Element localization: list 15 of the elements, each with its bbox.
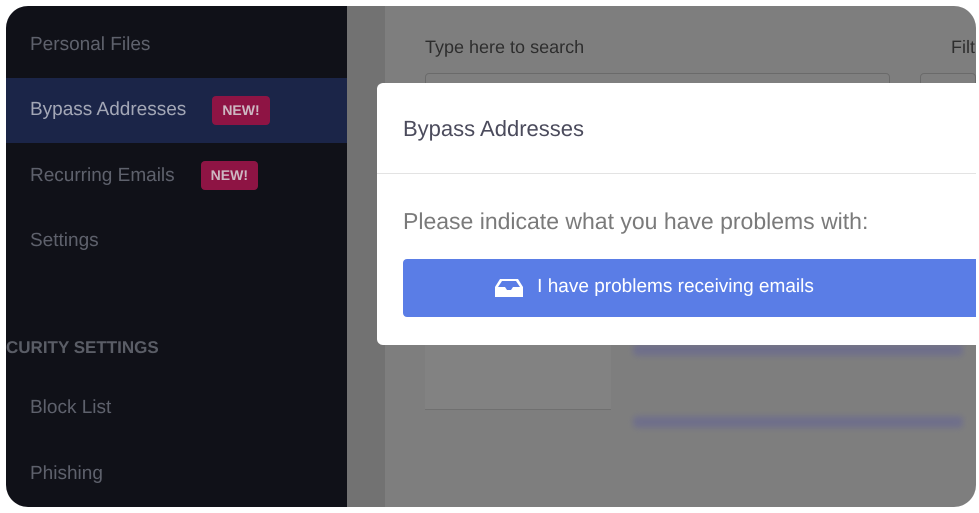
new-badge: NEW!	[212, 96, 270, 125]
sidebar-item[interactable]: Phishing	[6, 441, 347, 507]
section-heading: CURITY SETTINGS	[6, 336, 160, 359]
filter-label: Filt	[951, 36, 975, 59]
sidebar-item[interactable]: Recurring Emails NEW!	[6, 143, 347, 209]
receiving-problems-button[interactable]: I have problems receiving emails	[403, 258, 976, 316]
sidebar-item[interactable]: Settings	[6, 208, 347, 274]
sidebar-item[interactable]: Bypass Addresses NEW!	[6, 78, 347, 144]
sidebar-item[interactable]: Personal Files	[6, 12, 347, 78]
modal-prompt: Please indicate what you have problems with:	[403, 208, 868, 234]
sidebar-item[interactable]: Block List	[6, 376, 347, 442]
modal-title: Bypass Addresses	[403, 114, 584, 143]
search-label: Type here to search	[425, 36, 586, 59]
inbox-icon	[495, 278, 524, 298]
new-badge: NEW!	[200, 161, 258, 190]
